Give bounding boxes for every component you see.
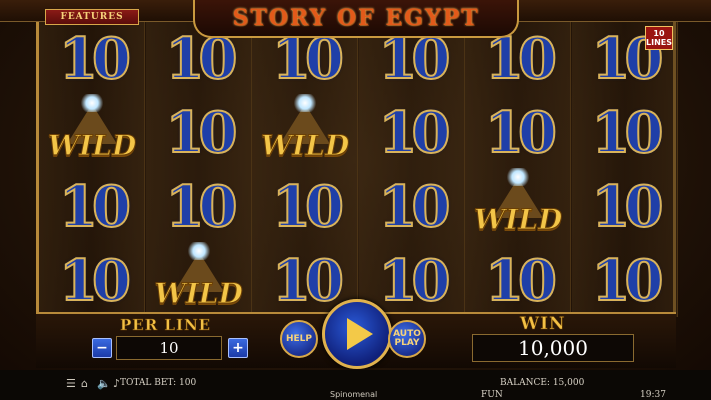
wild-label: WILD <box>260 129 350 163</box>
ten-symbol: 10 <box>146 96 252 170</box>
ten-label: 10 <box>591 99 665 167</box>
per-line-label: PER LINE <box>120 316 212 335</box>
bet-decrease-button[interactable]: − <box>92 338 112 358</box>
ten-label: 10 <box>591 173 665 241</box>
reels-grid: 10 WILD 10 10 10 10 10 WILD 10 WILD 10 10 10 10 10 10 10… <box>36 22 678 318</box>
game-stage: FEATURES STORY OF EGYPT 10 LINES 10 WILD 1… <box>0 0 711 400</box>
menu-icon[interactable]: ☰ <box>66 377 76 390</box>
clock: 19:37 <box>640 390 666 400</box>
sound-icon[interactable]: 🔈 <box>97 377 111 390</box>
help-label: HELP <box>285 333 312 344</box>
ten-label: 10 <box>58 173 132 241</box>
ten-symbol: 10 <box>39 244 145 318</box>
ten-symbol: 10 <box>572 170 678 244</box>
wild-pyramid-icon: WILD <box>43 94 141 168</box>
autoplay-button[interactable]: AUTO PLAY <box>388 320 426 358</box>
ten-label: 10 <box>484 247 558 315</box>
win-label: WIN <box>520 314 566 335</box>
wild-pyramid-icon: WILD <box>256 94 354 168</box>
title-plate: STORY OF EGYPT <box>193 0 519 38</box>
diamond-icon <box>186 242 211 260</box>
ten-label: 10 <box>58 247 132 315</box>
brand-logo: Spinomenal <box>330 390 378 399</box>
wild-symbol: WILD <box>146 242 252 318</box>
game-title: STORY OF EGYPT <box>232 5 480 31</box>
wild-symbol: WILD <box>39 94 145 170</box>
total-bet: TOTAL BET: 100 <box>120 378 197 388</box>
reel-6: 10 10 10 10 <box>571 22 678 318</box>
ten-symbol: 10 <box>465 96 571 170</box>
play-icon <box>347 318 373 350</box>
ten-label: 10 <box>484 99 558 167</box>
reel-2: 10 10 10 WILD <box>145 22 252 318</box>
ten-symbol: 10 <box>252 170 358 244</box>
reel-3: 10 WILD 10 10 <box>252 22 358 317</box>
features-button[interactable]: FEATURES <box>45 9 139 25</box>
diamond-icon <box>293 94 317 112</box>
status-bar: ☰ ⌂ 🔈 ♪ TOTAL BET: 100 BALANCE: 15,000 F… <box>0 370 711 400</box>
ten-symbol: 10 <box>572 244 678 318</box>
wild-label: WILD <box>473 203 563 237</box>
wild-symbol: WILD <box>252 94 358 170</box>
ten-label: 10 <box>378 247 452 315</box>
per-line-value: 10 <box>116 336 222 360</box>
music-icon[interactable]: ♪ <box>113 377 120 390</box>
ten-label: 10 <box>271 247 345 315</box>
ten-symbol: 10 <box>39 170 145 244</box>
wild-label: WILD <box>47 129 137 163</box>
lines-label: LINES <box>646 38 672 47</box>
ten-symbol: 10 <box>39 22 145 96</box>
wild-symbol: WILD <box>465 168 571 244</box>
ten-label: 10 <box>165 173 239 241</box>
spin-button[interactable] <box>322 299 392 369</box>
home-icon[interactable]: ⌂ <box>81 377 88 390</box>
lines-count: 10 <box>653 29 665 38</box>
wild-pyramid-icon: WILD <box>469 168 567 242</box>
diamond-icon <box>506 168 530 186</box>
ten-symbol: 10 <box>359 96 465 170</box>
balance: BALANCE: 15,000 <box>500 378 585 388</box>
ten-label: 10 <box>271 173 345 241</box>
reel-5: 10 10 WILD 10 <box>465 22 571 317</box>
mode-indicator: FUN <box>481 390 503 400</box>
bet-increase-button[interactable]: + <box>228 338 248 358</box>
win-value: 10,000 <box>472 334 634 362</box>
ten-symbol: 10 <box>359 170 465 244</box>
reel-4: 10 10 10 10 <box>358 22 465 317</box>
autoplay-label-2: PLAY <box>394 338 420 348</box>
help-button[interactable]: HELP <box>280 320 318 358</box>
lines-badge: 10 LINES <box>645 26 673 50</box>
ten-label: 10 <box>165 99 239 167</box>
ten-symbol: 10 <box>465 244 571 318</box>
wild-label: WILD <box>154 277 244 311</box>
ten-symbol: 10 <box>146 170 252 244</box>
wild-pyramid-icon: WILD <box>150 242 248 316</box>
reel-1: 10 WILD 10 10 <box>39 22 145 317</box>
ten-label: 10 <box>378 99 452 167</box>
diamond-icon <box>80 94 104 112</box>
ten-label: 10 <box>58 25 132 93</box>
ten-symbol: 10 <box>572 96 678 170</box>
ten-label: 10 <box>378 173 452 241</box>
ten-label: 10 <box>591 247 665 315</box>
